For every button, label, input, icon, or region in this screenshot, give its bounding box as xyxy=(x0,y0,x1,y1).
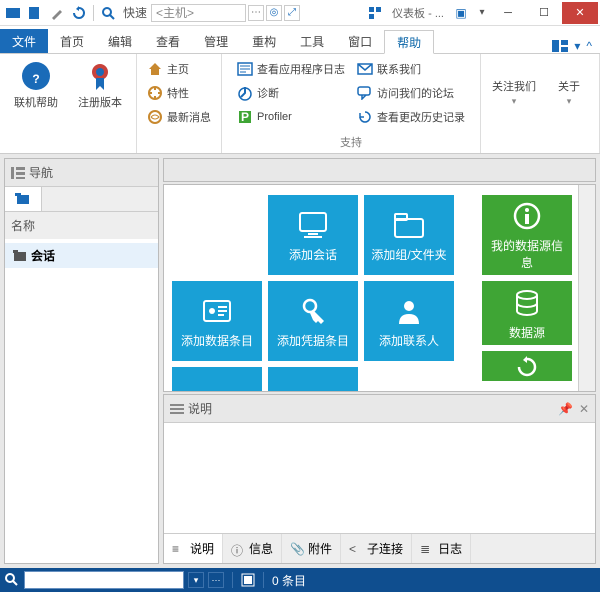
status-filter-icon[interactable] xyxy=(241,573,255,587)
about-button[interactable]: 关于▾ xyxy=(547,58,591,138)
ribbon-panels-icon[interactable] xyxy=(552,40,568,52)
menu-window[interactable]: 窗口 xyxy=(336,29,384,53)
applog-button[interactable]: 查看应用程序日志 xyxy=(235,58,347,80)
list-icon xyxy=(170,403,184,415)
document-tabs xyxy=(163,158,596,182)
tile-document[interactable] xyxy=(172,367,262,391)
contact-button[interactable]: 联系我们 xyxy=(355,58,467,80)
pin-icon[interactable]: 📌 xyxy=(558,402,573,416)
app-icon xyxy=(4,4,22,22)
status-items: 0 条目 xyxy=(272,572,306,589)
host-dropdown[interactable]: <主机> xyxy=(151,4,246,22)
tile-add-cred[interactable]: 添加凭据条目 xyxy=(268,281,358,361)
scrollbar[interactable] xyxy=(578,185,595,391)
register-button[interactable]: 注册版本 xyxy=(72,58,128,138)
ribbon-group-support: 查看应用程序日志 诊断 PProfiler 联系我们 访问我们的论坛 查看更改历… xyxy=(222,54,481,153)
status-search-dropdown[interactable]: ▾ xyxy=(188,572,204,588)
tab-logs[interactable]: ≣日志 xyxy=(412,534,471,563)
status-search-icon[interactable] xyxy=(4,572,20,588)
follow-button[interactable]: 关注我们▾ xyxy=(489,58,539,138)
nav-header: 导航 xyxy=(5,159,158,187)
dashboard: 添加会话 添加组/文件夹 添加数据条目 添加凭据条目 添加联系人 我的数据源信息… xyxy=(163,184,596,392)
status-search-more[interactable]: ⋯ xyxy=(208,572,224,588)
refresh-icon[interactable] xyxy=(70,4,88,22)
menu-help[interactable]: 帮助 xyxy=(384,30,434,54)
titlebar: 快速 <主机> ⋯ ◎ ⤢ 仪表板 - ... ▣ ▾ ─ ☐ ✕ xyxy=(0,0,600,26)
ribbon-group-about: 关注我们▾ 关于▾ xyxy=(481,54,600,153)
tab-attachments[interactable]: 📎附件 xyxy=(282,534,341,563)
tile-add-session[interactable]: 添加会话 xyxy=(268,195,358,275)
description-tabs: ≡说明 ⓘ信息 📎附件 <子连接 ≣日志 xyxy=(164,534,595,563)
quick-label: 快速 xyxy=(123,4,147,21)
minimize-button[interactable]: ─ xyxy=(490,2,526,24)
tree-item-session[interactable]: 会话 xyxy=(5,243,158,268)
nav-section-label: 名称 xyxy=(5,212,158,239)
ribbon-collapse-icon[interactable]: ^ xyxy=(586,39,592,53)
status-search-input[interactable] xyxy=(24,571,184,589)
menu-home[interactable]: 首页 xyxy=(48,29,96,53)
window-title: 仪表板 - ... xyxy=(392,5,444,21)
nav-tree: 会话 xyxy=(5,239,158,563)
tile-add-data[interactable]: 添加数据条目 xyxy=(172,281,262,361)
description-body[interactable] xyxy=(164,423,595,534)
tab-subconnections[interactable]: <子连接 xyxy=(341,534,412,563)
nav-tabs xyxy=(5,187,158,212)
nav-icon xyxy=(11,167,25,179)
right-tile-column: 我的数据源信息 数据源 xyxy=(482,195,572,381)
menu-refactor[interactable]: 重构 xyxy=(240,29,288,53)
ribbon-group-nav: 主页 特性 最新消息 xyxy=(137,54,222,153)
svg-text:?: ? xyxy=(32,72,39,86)
history-button[interactable]: 查看更改历史记录 xyxy=(355,106,467,128)
panel-close-icon[interactable]: ✕ xyxy=(579,402,589,416)
menu-tools[interactable]: 工具 xyxy=(288,29,336,53)
folder-icon xyxy=(13,250,27,262)
tile-datasource[interactable]: 数据源 xyxy=(482,281,572,345)
menu-admin[interactable]: 管理 xyxy=(192,29,240,53)
tile-add-contact[interactable]: 添加联系人 xyxy=(364,281,454,361)
tile-grid: 添加会话 添加组/文件夹 添加数据条目 添加凭据条目 添加联系人 xyxy=(172,195,454,381)
search-icon[interactable] xyxy=(99,4,117,22)
right-pane: 添加会话 添加组/文件夹 添加数据条目 添加凭据条目 添加联系人 我的数据源信息… xyxy=(163,158,596,564)
tile-add-group[interactable]: 添加组/文件夹 xyxy=(364,195,454,275)
properties-button[interactable]: 特性 xyxy=(145,82,213,104)
nav-panel: 导航 名称 会话 xyxy=(4,158,159,564)
maximize-button[interactable]: ☐ xyxy=(526,2,562,24)
forum-button[interactable]: 访问我们的论坛 xyxy=(355,82,467,104)
diag-button[interactable]: 诊断 xyxy=(235,82,347,104)
tile-dsinfo[interactable]: 我的数据源信息 xyxy=(482,195,572,275)
help-button[interactable]: ? 联机帮助 xyxy=(8,58,64,138)
tab-description[interactable]: ≡说明 xyxy=(164,534,223,563)
nav-tab-sessions[interactable] xyxy=(5,187,42,211)
ribbon: ? 联机帮助 注册版本 主页 特性 最新消息 查看应用程序日志 诊断 PProf… xyxy=(0,54,600,154)
menu-view[interactable]: 查看 xyxy=(144,29,192,53)
dropdown-more[interactable]: ⋯ xyxy=(248,5,264,21)
news-button[interactable]: 最新消息 xyxy=(145,106,213,128)
menubar: 文件 首页 编辑 查看 管理 重构 工具 窗口 帮助 ▾ ^ xyxy=(0,26,600,54)
dropdown-icon[interactable]: ▾ xyxy=(474,5,490,21)
ribbon-dropdown-icon[interactable]: ▾ xyxy=(574,39,580,53)
new-icon[interactable] xyxy=(26,4,44,22)
expand-icon[interactable]: ⤢ xyxy=(284,5,300,21)
close-button[interactable]: ✕ xyxy=(562,2,598,24)
statusbar: ▾ ⋯ 0 条目 企业版 10.0.0.0 ◔ ☁ BACKUP xyxy=(0,568,600,592)
home-button[interactable]: 主页 xyxy=(145,58,213,80)
tile-refresh[interactable] xyxy=(482,351,572,381)
tile-sync[interactable] xyxy=(268,367,358,391)
dashboard-icon xyxy=(366,4,384,22)
profiler-button[interactable]: PProfiler xyxy=(235,106,347,128)
description-header: 说明 📌✕ xyxy=(164,395,595,423)
ribbon-group-help: ? 联机帮助 注册版本 xyxy=(0,54,137,153)
content: 导航 名称 会话 添加会话 添加组/文件夹 添加数据条目 添加凭据条目 添加联 xyxy=(0,154,600,568)
description-panel: 说明 📌✕ ≡说明 ⓘ信息 📎附件 <子连接 ≣日志 xyxy=(163,394,596,564)
menu-file[interactable]: 文件 xyxy=(0,29,48,53)
edit-icon[interactable] xyxy=(48,4,66,22)
tab-info[interactable]: ⓘ信息 xyxy=(223,534,282,563)
restore-icon[interactable]: ▣ xyxy=(452,4,470,22)
target-icon[interactable]: ◎ xyxy=(266,5,282,21)
svg-text:P: P xyxy=(241,110,249,124)
menu-edit[interactable]: 编辑 xyxy=(96,29,144,53)
